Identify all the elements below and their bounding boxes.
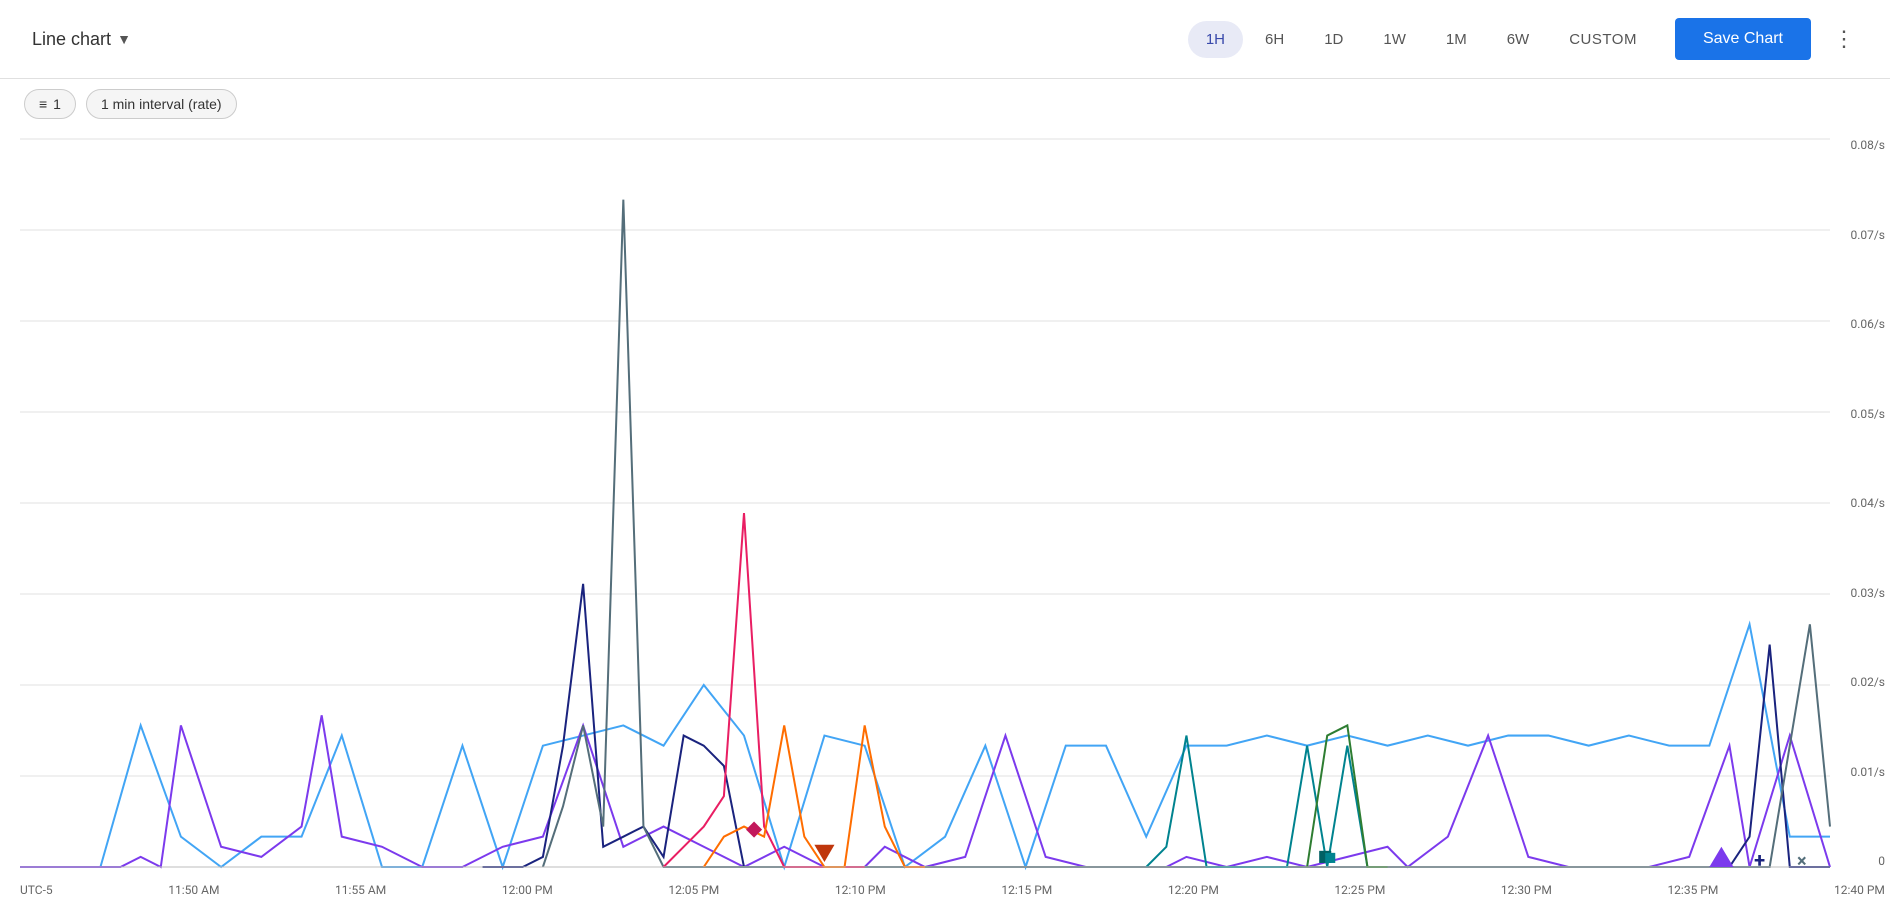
y-label-6: 0.02/s xyxy=(1850,676,1885,688)
custom-button[interactable]: CUSTOM xyxy=(1551,21,1655,58)
time-btn-1d[interactable]: 1D xyxy=(1306,21,1361,58)
filter-button[interactable]: ≡ 1 xyxy=(24,89,76,119)
time-range-group: 1H 6H 1D 1W 1M 6W CUSTOM xyxy=(1188,21,1655,58)
save-chart-button[interactable]: Save Chart xyxy=(1675,18,1811,60)
time-btn-1h[interactable]: 1H xyxy=(1188,21,1243,58)
filter-icon: ≡ xyxy=(39,96,47,112)
time-btn-6h[interactable]: 6H xyxy=(1247,21,1302,58)
dropdown-arrow-icon: ▼ xyxy=(117,31,131,47)
x-label-1205: 12:05 PM xyxy=(668,883,719,897)
chart-type-button[interactable]: Line chart ▼ xyxy=(24,25,139,54)
chart-svg: + × xyxy=(20,139,1830,867)
x-label-1235: 12:35 PM xyxy=(1667,883,1718,897)
time-btn-1w[interactable]: 1W xyxy=(1365,21,1424,58)
x-label-1200: 12:00 PM xyxy=(502,883,553,897)
x-label-1220: 12:20 PM xyxy=(1168,883,1219,897)
svg-text:+: + xyxy=(1754,848,1765,872)
more-options-button[interactable]: ⋮ xyxy=(1823,18,1866,60)
header: Line chart ▼ 1H 6H 1D 1W 1M 6W CUSTOM Sa… xyxy=(0,0,1890,79)
time-btn-1m[interactable]: 1M xyxy=(1428,21,1485,58)
time-btn-6w[interactable]: 6W xyxy=(1489,21,1548,58)
filter-count: 1 xyxy=(53,96,61,112)
y-label-7: 0.01/s xyxy=(1850,766,1885,778)
y-label-8: 0 xyxy=(1878,855,1885,867)
y-label-4: 0.04/s xyxy=(1850,497,1885,509)
chart-type-label: Line chart xyxy=(32,29,111,50)
y-label-0: 0.08/s xyxy=(1850,139,1885,151)
y-label-5: 0.03/s xyxy=(1850,587,1885,599)
x-label-1150: 11:50 AM xyxy=(168,883,219,897)
x-label-1210: 12:10 PM xyxy=(835,883,886,897)
svg-text:×: × xyxy=(1797,851,1807,872)
y-label-1: 0.07/s xyxy=(1850,229,1885,241)
x-label-1230: 12:30 PM xyxy=(1501,883,1552,897)
chart-container: + × 0.08/s 0.07/s 0.06/s 0.05/s 0.04/s 0… xyxy=(0,129,1890,917)
y-label-2: 0.06/s xyxy=(1850,318,1885,330)
x-label-1155: 11:55 AM xyxy=(335,883,386,897)
interval-button[interactable]: 1 min interval (rate) xyxy=(86,89,237,119)
x-label-1225: 12:25 PM xyxy=(1334,883,1385,897)
toolbar: ≡ 1 1 min interval (rate) xyxy=(0,79,1890,129)
x-label-1240: 12:40 PM xyxy=(1834,883,1885,897)
x-label-1215: 12:15 PM xyxy=(1001,883,1052,897)
chart-inner: + × 0.08/s 0.07/s 0.06/s 0.05/s 0.04/s 0… xyxy=(20,139,1830,867)
x-label-utc: UTC-5 xyxy=(20,883,53,897)
y-label-3: 0.05/s xyxy=(1850,408,1885,420)
